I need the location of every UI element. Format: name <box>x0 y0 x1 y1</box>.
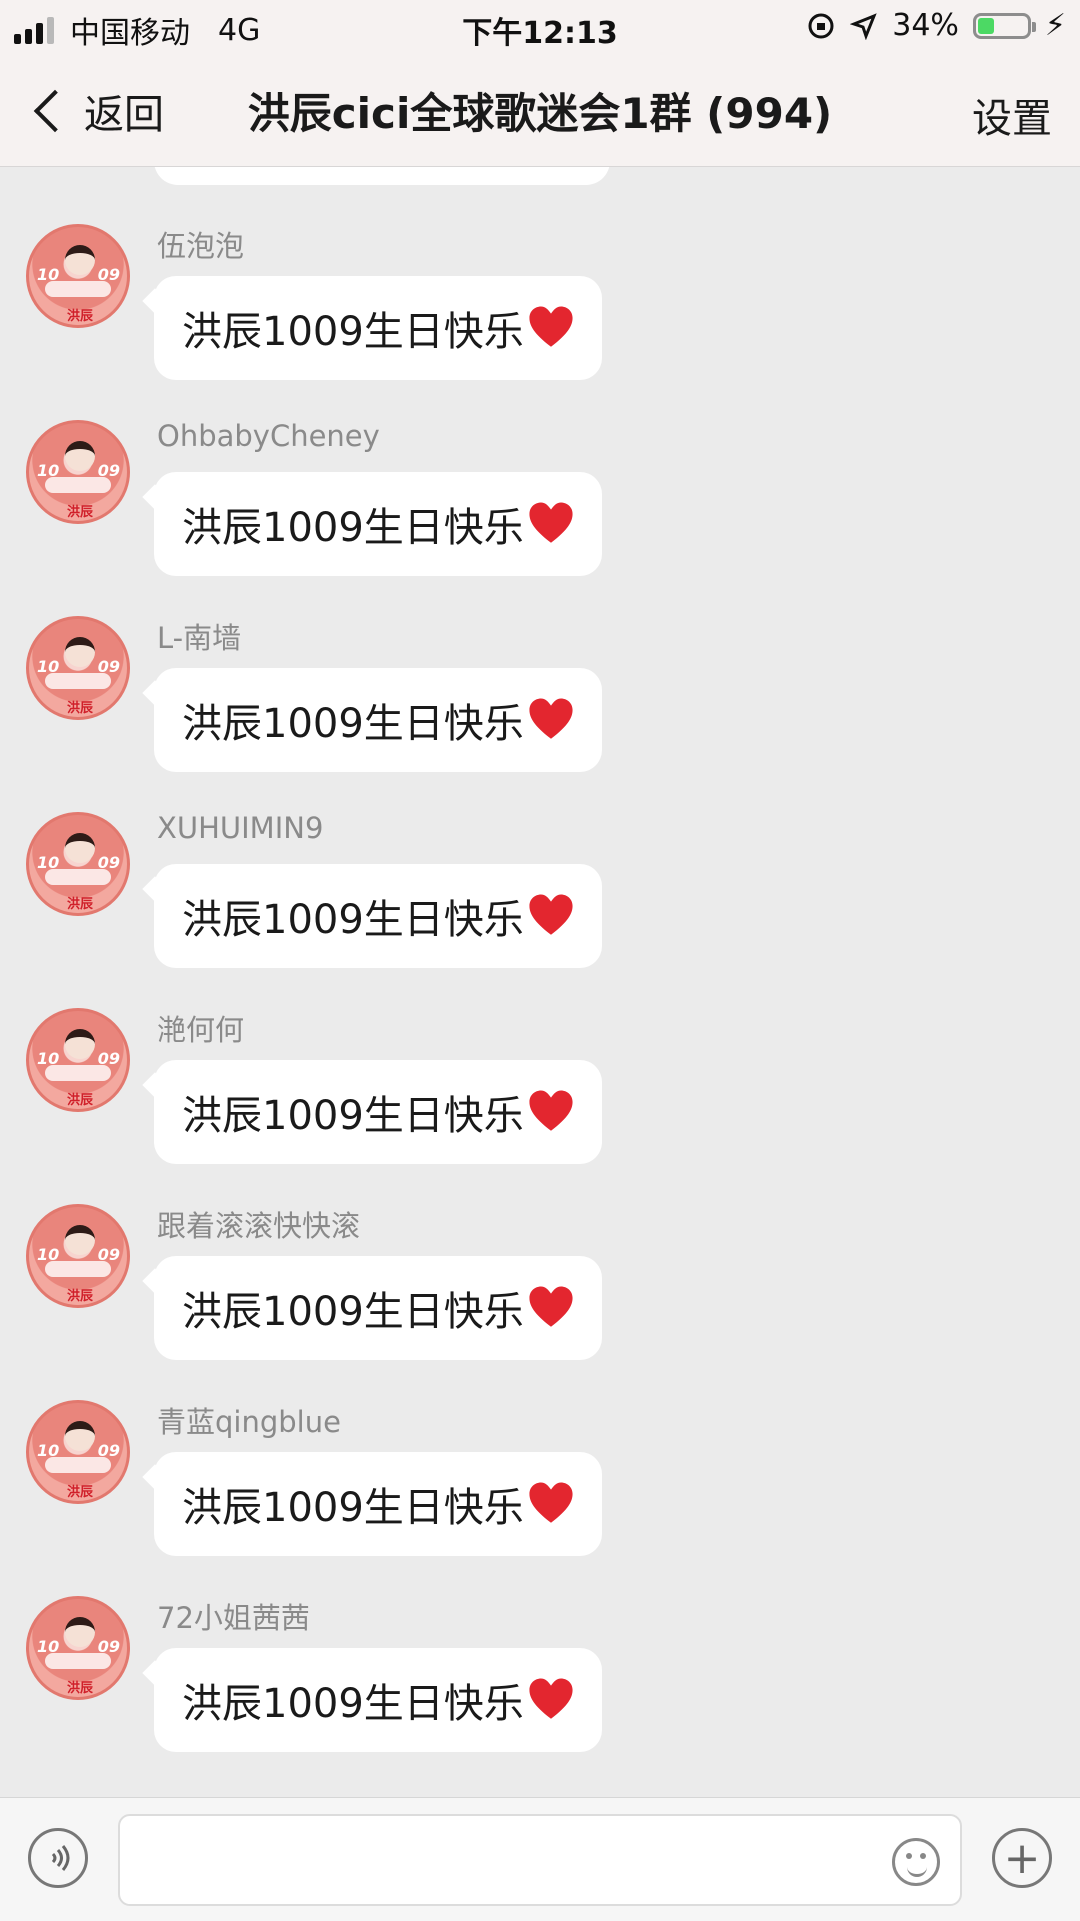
message-text: 洪辰1009生日快乐 <box>182 1485 524 1531</box>
battery-percent: 34% <box>892 8 959 43</box>
avatar[interactable]: 10 09 洪辰 <box>26 1204 130 1308</box>
avatar[interactable]: 10 09 洪辰 <box>26 224 130 328</box>
avatar-banner <box>45 1653 111 1669</box>
message-row: 10 09 洪辰 XUHUIMIN9 洪辰1009生日快乐 <box>0 755 1080 968</box>
avatar-face <box>65 441 95 471</box>
message-row: 10 09 洪辰 72小姐茜茜洪辰1009生日快乐 <box>0 1539 1080 1752</box>
plus-icon: + <box>1003 1832 1041 1884</box>
avatar-banner <box>45 1457 111 1473</box>
sender-name: 伍泡泡 <box>157 229 245 263</box>
message-text: 洪辰1009生日快乐 <box>182 701 524 747</box>
avatar-tag: 洪辰 <box>67 309 94 324</box>
red-heart-icon <box>529 1678 573 1719</box>
red-heart-icon <box>529 894 573 935</box>
battery-fill <box>977 17 995 34</box>
message-row: 10 09 洪辰 青蓝qingblue 洪辰1009生日快乐 <box>0 1343 1080 1556</box>
avatar-tag: 洪辰 <box>67 701 94 716</box>
red-heart-icon <box>529 1090 573 1131</box>
plus-button[interactable]: + <box>992 1828 1052 1888</box>
avatar-banner <box>45 869 111 885</box>
nav-bar: 返回 洪辰cici全球歌迷会1群 (994) 设置 <box>0 52 1080 167</box>
message-bubble[interactable]: 洪辰1009生日快乐 <box>154 1648 602 1752</box>
message-text: 洪辰1009生日快乐 <box>182 1681 524 1727</box>
avatar-face <box>65 1617 95 1647</box>
avatar-face <box>65 245 95 275</box>
avatar[interactable]: 10 09 洪辰 <box>26 420 130 524</box>
avatar-tag: 洪辰 <box>67 1681 94 1696</box>
voice-button[interactable] <box>28 1828 88 1888</box>
chat-area[interactable]: 10 09 洪辰 伍泡泡 洪辰1009生日快乐 10 09 洪辰 OhbabyCheney 洪辰1… <box>0 167 1080 1797</box>
avatar[interactable]: 10 09 洪辰 <box>26 616 130 720</box>
red-heart-icon <box>529 698 573 739</box>
message-text: 洪辰1009生日快乐 <box>182 1289 524 1335</box>
avatar[interactable]: 10 09 洪辰 <box>26 1400 130 1504</box>
avatar-banner <box>45 1065 111 1081</box>
red-heart-icon <box>529 502 573 543</box>
avatar-face <box>65 1225 95 1255</box>
settings-button[interactable]: 设置 <box>972 86 1052 144</box>
input-bar: + <box>0 1797 1080 1921</box>
message-row: 10 09 洪辰 L-南墙洪辰1009生日快乐 <box>0 559 1080 772</box>
red-heart-icon <box>529 1482 573 1523</box>
location-icon <box>850 12 877 40</box>
avatar-tag: 洪辰 <box>67 897 94 912</box>
message-row: 10 09 洪辰 滟何何洪辰1009生日快乐 <box>0 951 1080 1164</box>
red-heart-icon <box>529 1286 573 1327</box>
emoji-icon[interactable] <box>892 1838 940 1886</box>
message-text: 洪辰1009生日快乐 <box>182 1093 524 1139</box>
avatar-banner <box>45 477 111 493</box>
avatar[interactable]: 10 09 洪辰 <box>26 1008 130 1112</box>
avatar-tag: 洪辰 <box>67 1093 94 1108</box>
charging-icon: ⚡ <box>1044 8 1066 43</box>
sender-name: 跟着滚滚快快滚 <box>157 1209 361 1243</box>
avatar-face <box>65 637 95 667</box>
sender-name: OhbabyCheney <box>157 419 380 453</box>
sender-name: 滟何何 <box>157 1013 245 1047</box>
avatar-tag: 洪辰 <box>67 1289 94 1304</box>
message-input[interactable] <box>118 1814 962 1906</box>
voice-icon <box>51 1845 70 1871</box>
message-row: 10 09 洪辰 伍泡泡洪辰1009生日快乐 <box>0 167 1080 380</box>
status-bar: 中国移动 4G 下午12:13 34% ⚡ <box>0 0 1080 52</box>
status-right: 34% ⚡ <box>806 8 1066 43</box>
avatar-face <box>65 1029 95 1059</box>
message-text: 洪辰1009生日快乐 <box>182 897 524 943</box>
battery-icon <box>972 12 1036 39</box>
sender-name: L-南墙 <box>157 621 242 655</box>
sender-name: 72小姐茜茜 <box>157 1601 310 1635</box>
avatar-banner <box>45 281 111 297</box>
avatar[interactable]: 10 09 洪辰 <box>26 812 130 916</box>
message-row: 10 09 洪辰 跟着滚滚快快滚洪辰1009生日快乐 <box>0 1147 1080 1360</box>
sender-name: 青蓝qingblue <box>157 1405 341 1439</box>
message-row: 10 09 洪辰 OhbabyCheney 洪辰1009生日快乐 <box>0 363 1080 576</box>
message-text: 洪辰1009生日快乐 <box>182 505 524 551</box>
avatar[interactable]: 10 09 洪辰 <box>26 1596 130 1700</box>
avatar-tag: 洪辰 <box>67 1485 94 1500</box>
sender-name: XUHUIMIN9 <box>157 811 324 845</box>
message-text: 洪辰1009生日快乐 <box>182 309 524 355</box>
avatar-tag: 洪辰 <box>67 505 94 520</box>
avatar-face <box>65 833 95 863</box>
red-heart-icon <box>529 306 573 347</box>
avatar-banner <box>45 1261 111 1277</box>
avatar-face <box>65 1421 95 1451</box>
avatar-banner <box>45 673 111 689</box>
orientation-lock-icon <box>808 13 834 38</box>
page-title: 洪辰cici全球歌迷会1群 (994) <box>247 89 833 138</box>
